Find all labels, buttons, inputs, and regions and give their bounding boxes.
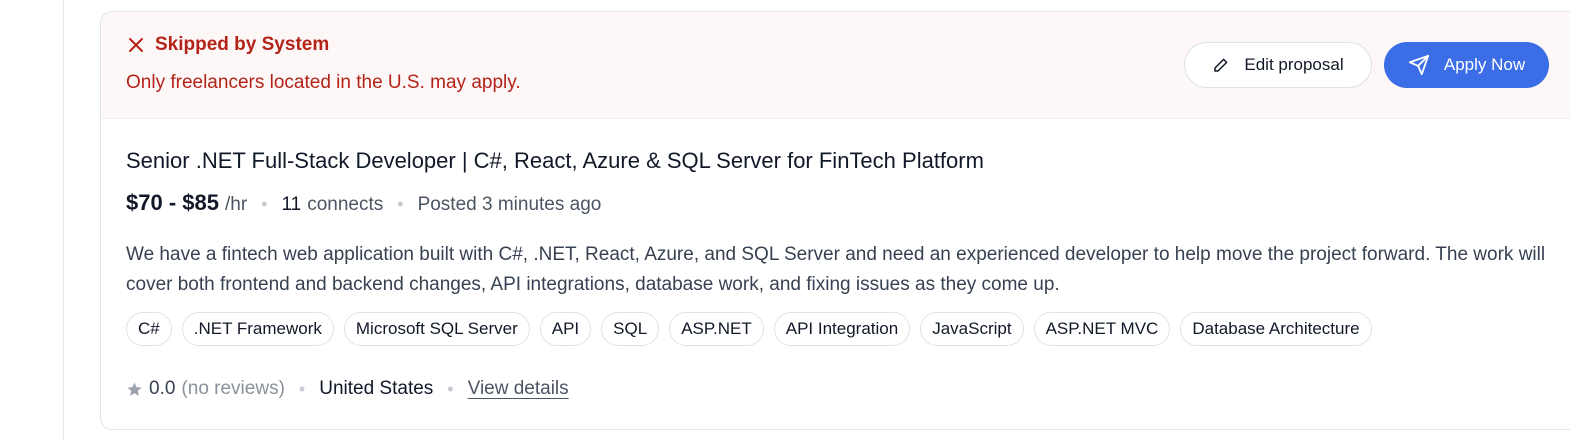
apply-now-label: Apply Now: [1443, 55, 1526, 74]
star-icon: [127, 381, 142, 396]
skill-chips: C# .NET Framework Microsoft SQL Server A…: [126, 312, 1372, 346]
skip-status: Skipped by System: [127, 34, 329, 56]
skill-chip[interactable]: API: [539, 312, 592, 346]
separator-dot: •: [261, 194, 268, 214]
skill-chip[interactable]: ASP.NET: [669, 312, 764, 346]
apply-now-button[interactable]: Apply Now: [1384, 42, 1549, 88]
job-description: We have a fintech web application built …: [126, 244, 1546, 295]
job-rate-unit: /hr: [224, 194, 248, 215]
view-details-link[interactable]: View details: [468, 378, 569, 400]
edit-proposal-button[interactable]: Edit proposal: [1184, 42, 1372, 88]
connects-label: connects: [307, 194, 384, 215]
posted-time: Posted 3 minutes ago: [417, 194, 602, 215]
separator-dot: •: [298, 378, 306, 399]
client-info: 0.0 (no reviews) • United States • View …: [126, 378, 569, 400]
separator-dot: •: [397, 194, 404, 214]
pencil-icon: [1214, 58, 1228, 72]
skill-chip[interactable]: API Integration: [773, 312, 911, 346]
client-location: United States: [319, 378, 434, 399]
client-reviews: (no reviews): [181, 378, 285, 399]
edit-proposal-label: Edit proposal: [1244, 55, 1344, 74]
skip-reason: Only freelancers located in the U.S. may…: [126, 72, 521, 93]
skill-chip[interactable]: ASP.NET MVC: [1033, 312, 1171, 346]
skill-chip[interactable]: Microsoft SQL Server: [343, 312, 530, 346]
job-meta: $70 - $85 /hr • 11 connects • Posted 3 m…: [126, 190, 601, 216]
skill-chip[interactable]: C#: [126, 312, 172, 346]
connects-count: 11: [281, 194, 302, 215]
skill-chip[interactable]: SQL: [601, 312, 660, 346]
skip-banner: Skipped by System Only freelancers locat…: [101, 12, 1570, 119]
separator-dot: •: [447, 378, 454, 399]
close-icon: [129, 38, 143, 52]
client-rating: 0.0: [149, 378, 176, 399]
job-title[interactable]: Senior .NET Full-Stack Developer | C#, R…: [126, 148, 984, 174]
job-rate: $70 - $85: [126, 190, 219, 215]
skill-chip[interactable]: JavaScript: [920, 312, 1024, 346]
skill-chip[interactable]: .NET Framework: [181, 312, 334, 346]
skip-status-label: Skipped by System: [155, 34, 330, 55]
send-icon: [1408, 54, 1429, 76]
left-sidebar: [0, 0, 64, 440]
skill-chip[interactable]: Database Architecture: [1180, 312, 1372, 346]
job-card: Skipped by System Only freelancers locat…: [100, 11, 1570, 430]
